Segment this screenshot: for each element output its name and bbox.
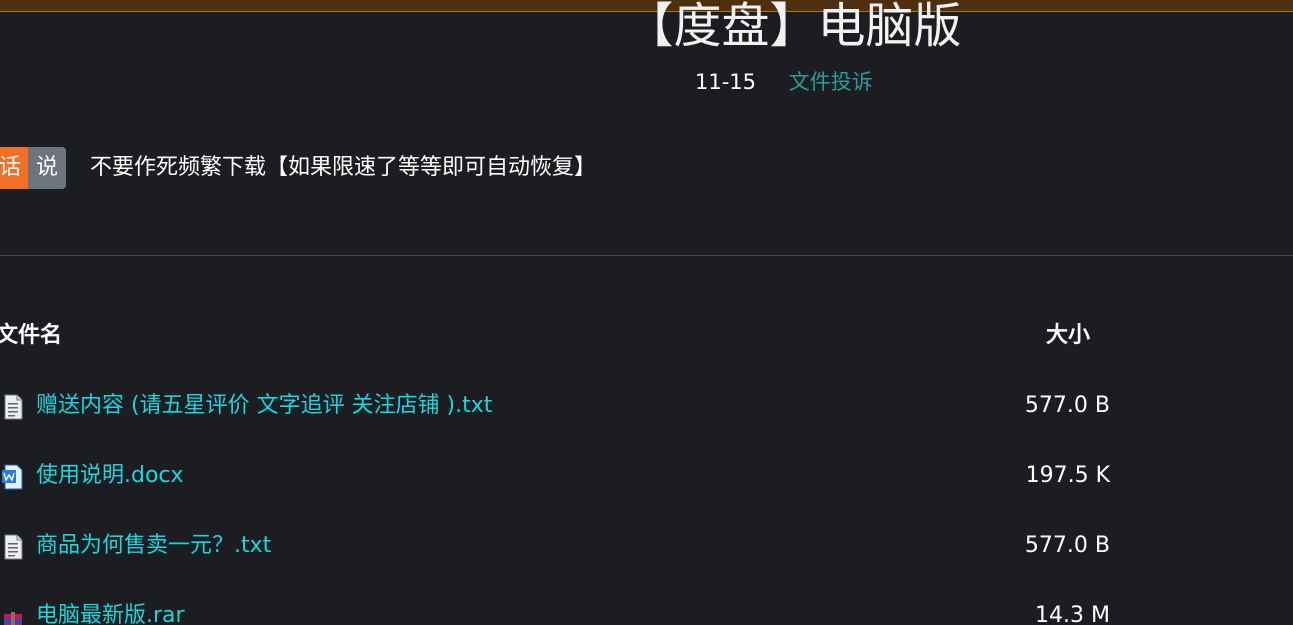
file-size: 577.0 B	[1024, 533, 1110, 558]
notice-badge: 话 说	[0, 147, 66, 189]
upload-date: 11-15	[695, 70, 757, 94]
file-row[interactable]: 使用说明.docx 197.5 K	[0, 456, 1293, 496]
file-size: 197.5 K	[1025, 463, 1110, 488]
column-header-filename: 文件名	[0, 323, 63, 348]
page-title: 【度盘】电脑版	[625, 0, 962, 54]
page: 【度盘】电脑版 11-15 文件投诉 话 说 不要作死频繁下载【如果限速了等等即…	[0, 0, 1293, 625]
word-doc-icon	[2, 464, 24, 490]
text-file-icon	[2, 534, 24, 560]
file-name-link[interactable]: 电脑最新版.rar	[36, 600, 185, 625]
file-row[interactable]: 电脑最新版.rar 14.3 M	[0, 596, 1293, 625]
file-size: 577.0 B	[1024, 393, 1110, 418]
notice-badge-left: 话	[0, 147, 28, 189]
meta-line: 11-15 文件投诉	[695, 68, 873, 96]
text-file-icon	[2, 394, 24, 420]
notice-text: 不要作死频繁下载【如果限速了等等即可自动恢复】	[90, 155, 597, 180]
report-file-link[interactable]: 文件投诉	[789, 70, 873, 94]
notice-badge-right: 说	[28, 147, 66, 189]
file-name-link[interactable]: 商品为何售卖一元？.txt	[36, 530, 271, 562]
archive-rar-icon	[2, 604, 24, 625]
file-row[interactable]: 赠送内容 (请五星评价 文字追评 关注店铺 ).txt 577.0 B	[0, 386, 1293, 426]
section-divider	[0, 255, 1293, 256]
file-size: 14.3 M	[1035, 603, 1110, 625]
column-header-size: 大小	[1046, 323, 1091, 348]
file-name-link[interactable]: 使用说明.docx	[36, 460, 184, 492]
file-name-link[interactable]: 赠送内容 (请五星评价 文字追评 关注店铺 ).txt	[36, 390, 492, 422]
file-row[interactable]: 商品为何售卖一元？.txt 577.0 B	[0, 526, 1293, 566]
